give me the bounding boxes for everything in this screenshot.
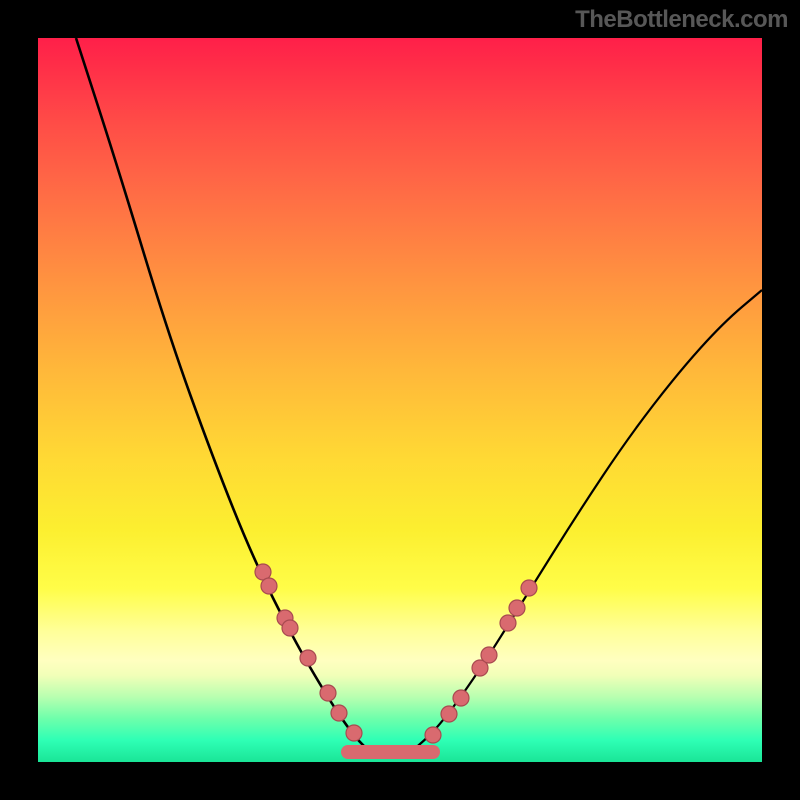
marker-dot (300, 650, 316, 666)
marker-dot (500, 615, 516, 631)
marker-dot (521, 580, 537, 596)
marker-dot (509, 600, 525, 616)
marker-cluster-left (255, 564, 362, 741)
left-curve (76, 38, 370, 752)
marker-dot (425, 727, 441, 743)
marker-dot (441, 706, 457, 722)
marker-dot (331, 705, 347, 721)
chart-svg (38, 38, 762, 762)
plot-area (38, 38, 762, 762)
marker-dot (346, 725, 362, 741)
watermark-text: TheBottleneck.com (575, 6, 788, 34)
chart-frame: TheBottleneck.com (0, 0, 800, 800)
marker-dot (453, 690, 469, 706)
right-curve (411, 290, 762, 752)
marker-dot (481, 647, 497, 663)
marker-cluster-right (425, 580, 537, 743)
marker-dot (261, 578, 277, 594)
marker-dot (282, 620, 298, 636)
marker-dot (320, 685, 336, 701)
